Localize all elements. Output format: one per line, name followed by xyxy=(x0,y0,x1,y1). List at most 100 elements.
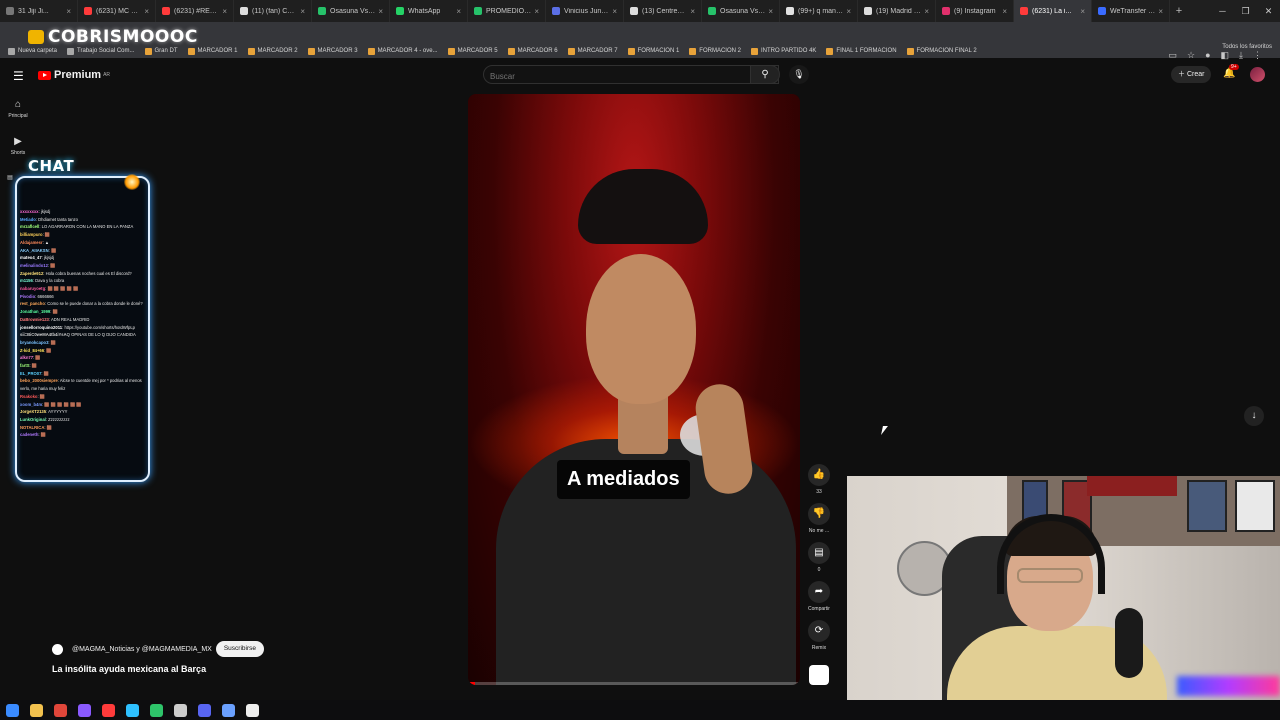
create-button[interactable]: ＋ Crear xyxy=(1171,66,1212,83)
search-button[interactable]: ⚲ xyxy=(750,65,780,84)
short-title[interactable]: La insólita ayuda mexicana al Barça xyxy=(52,664,206,674)
all-bookmarks-link[interactable]: Todos los favoritos xyxy=(1222,44,1272,50)
bookmark-item[interactable]: Nueva carpeta xyxy=(8,47,57,55)
tab-close-icon[interactable]: × xyxy=(690,7,695,16)
video-progress-bar[interactable] xyxy=(468,682,800,685)
channel-name[interactable]: @MAGMA_Noticias y @MAGMAMEDIA_MX xyxy=(72,646,212,653)
tab-close-icon[interactable]: × xyxy=(612,7,617,16)
like-button[interactable]: 👍 33 xyxy=(804,464,834,495)
arrow-app-icon[interactable] xyxy=(102,703,115,717)
bookmark-item[interactable]: FINAL 1 FORMACION xyxy=(826,47,897,55)
bookmark-item[interactable]: FORMACION FINAL 2 xyxy=(906,47,977,55)
minimize-icon[interactable]: ─ xyxy=(1211,0,1234,22)
bookmark-item[interactable]: Trabajo Social Com... xyxy=(67,47,135,55)
xbox-icon[interactable] xyxy=(150,703,163,717)
app-grid-icon[interactable] xyxy=(78,703,91,717)
tab-close-icon[interactable]: × xyxy=(378,7,383,16)
browser-tab-strip: 31 Jiji Ji... × (6231) MC Ke... × (6231) #RE… xyxy=(0,0,1280,22)
chat-overlay-title: CHAT xyxy=(28,157,75,175)
browser-tab[interactable]: (6231) MC Ke... × xyxy=(78,0,156,22)
close-window-icon[interactable]: ✕ xyxy=(1257,0,1280,22)
share-button[interactable]: ➦ Compartir xyxy=(804,581,834,612)
browser-tab[interactable]: Osasuna Vs Re...× xyxy=(312,0,390,22)
browser-tab[interactable]: WhatsApp × xyxy=(390,0,468,22)
tab-favicon-icon xyxy=(162,7,170,15)
chat-text: : 🟫 xyxy=(37,393,46,399)
bookmark-item[interactable]: MARCADOR 1 xyxy=(187,47,238,55)
tab-close-icon[interactable]: × xyxy=(144,7,149,16)
bookmark-item[interactable]: MARCADOR 4 - ove... xyxy=(367,47,438,55)
tab-title: (6231) #REAL... xyxy=(174,7,220,15)
discord-icon[interactable] xyxy=(198,703,211,717)
notifications-button[interactable]: 🔔 9+ xyxy=(1223,64,1239,79)
tab-close-icon[interactable]: × xyxy=(924,7,929,16)
browser-tab[interactable]: (99+) q manda...× xyxy=(780,0,858,22)
tab-close-icon[interactable]: × xyxy=(1080,7,1085,16)
bookmark-item[interactable]: FORMACION 2 xyxy=(689,47,741,55)
browser-tab[interactable]: PROMEDIOS - ...× xyxy=(468,0,546,22)
edge-icon[interactable] xyxy=(126,703,139,717)
browser-tab[interactable]: (6231) La i... × xyxy=(1014,0,1092,22)
browser-tab[interactable]: WeTransfer | E...× xyxy=(1092,0,1170,22)
next-short-button[interactable]: ↓ xyxy=(1244,406,1264,426)
subscribe-button[interactable]: Suscribirse xyxy=(215,641,264,657)
bookmark-item[interactable]: INTRO PARTIDO 4K xyxy=(750,47,816,55)
audio-thumbnail[interactable] xyxy=(809,665,829,685)
chrome-icon[interactable] xyxy=(54,703,67,717)
remix-button[interactable]: ⟳ Remix xyxy=(804,620,834,651)
bookmark-item[interactable]: MARCADOR 2 xyxy=(247,47,298,55)
bookmark-label: MARCADOR 7 xyxy=(577,48,618,54)
chat-text: : ADN REAL MADRID xyxy=(48,316,90,322)
comments-button[interactable]: ▤ 0 xyxy=(804,542,834,573)
browser-tab[interactable]: (11) (fan) Cabr...× xyxy=(234,0,312,22)
bookmark-item[interactable]: MARCADOR 5 xyxy=(447,47,498,55)
new-tab-icon[interactable]: + xyxy=(1170,5,1188,17)
menu-icon[interactable]: ☰ xyxy=(13,69,24,83)
tab-close-icon[interactable]: × xyxy=(222,7,227,16)
teams-icon[interactable] xyxy=(222,703,235,717)
browser-tab[interactable]: (6231) #REAL... × xyxy=(156,0,234,22)
bookmark-item[interactable]: MARCADOR 7 xyxy=(567,47,618,55)
guide-item-subscriptions[interactable]: ▤ xyxy=(4,174,16,184)
bookmark-item[interactable]: Gran DT xyxy=(144,47,178,55)
tab-close-icon[interactable]: × xyxy=(768,7,773,16)
file-explorer-icon[interactable] xyxy=(30,703,43,717)
tab-close-icon[interactable]: × xyxy=(300,7,305,16)
channel-avatar[interactable] xyxy=(52,643,63,655)
bookmark-item[interactable]: FORMACION 1 xyxy=(627,47,679,55)
bookmark-item[interactable]: MARCADOR 3 xyxy=(307,47,358,55)
notes-icon[interactable] xyxy=(246,703,259,717)
dislike-button[interactable]: 👎 No me ... xyxy=(804,503,834,534)
webcam-wall-frame xyxy=(1235,480,1275,532)
tab-close-icon[interactable]: × xyxy=(534,7,539,16)
bookmark-favicon-icon xyxy=(627,47,635,55)
voice-search-button[interactable]: 🎙 xyxy=(789,65,809,84)
search-input[interactable] xyxy=(484,68,744,85)
browser-tab[interactable]: (19) Madrid Zo...× xyxy=(858,0,936,22)
browser-tab[interactable]: (9) Instagram × xyxy=(936,0,1014,22)
tab-close-icon[interactable]: × xyxy=(846,7,851,16)
browser-tab[interactable]: Vinicius Junior ...× xyxy=(546,0,624,22)
bookmark-label: MARCADOR 4 - ove... xyxy=(377,48,438,54)
tab-close-icon[interactable]: × xyxy=(1158,7,1163,16)
home-icon: ⌂ xyxy=(14,99,22,110)
browser-tab[interactable]: 31 Jiji Ji... × xyxy=(0,0,78,22)
youtube-premium-logo[interactable]: Premium AR xyxy=(38,69,110,81)
shorts-video-player[interactable]: A mediados xyxy=(468,94,800,685)
chat-text: : jkjsdj xyxy=(38,209,51,214)
tab-close-icon[interactable]: × xyxy=(66,7,71,16)
tab-favicon-icon xyxy=(474,7,482,15)
bookmark-item[interactable]: MARCADOR 6 xyxy=(507,47,558,55)
guide-item-shorts[interactable]: ▶ Shorts xyxy=(4,136,32,156)
guide-item-home[interactable]: ⌂ Principal xyxy=(4,99,32,119)
obs-icon[interactable] xyxy=(174,703,187,717)
tab-favicon-icon xyxy=(786,7,794,15)
restore-icon[interactable]: ❐ xyxy=(1234,0,1257,22)
tab-close-icon[interactable]: × xyxy=(1002,7,1007,16)
browser-tab[interactable]: Osasuna Vs Re...× xyxy=(702,0,780,22)
account-avatar[interactable] xyxy=(1250,67,1265,82)
chat-username: LunkOriginal xyxy=(20,416,46,422)
browser-tab[interactable]: (13) CentreGoa...× xyxy=(624,0,702,22)
tab-close-icon[interactable]: × xyxy=(456,7,461,16)
start-icon[interactable] xyxy=(6,703,19,717)
